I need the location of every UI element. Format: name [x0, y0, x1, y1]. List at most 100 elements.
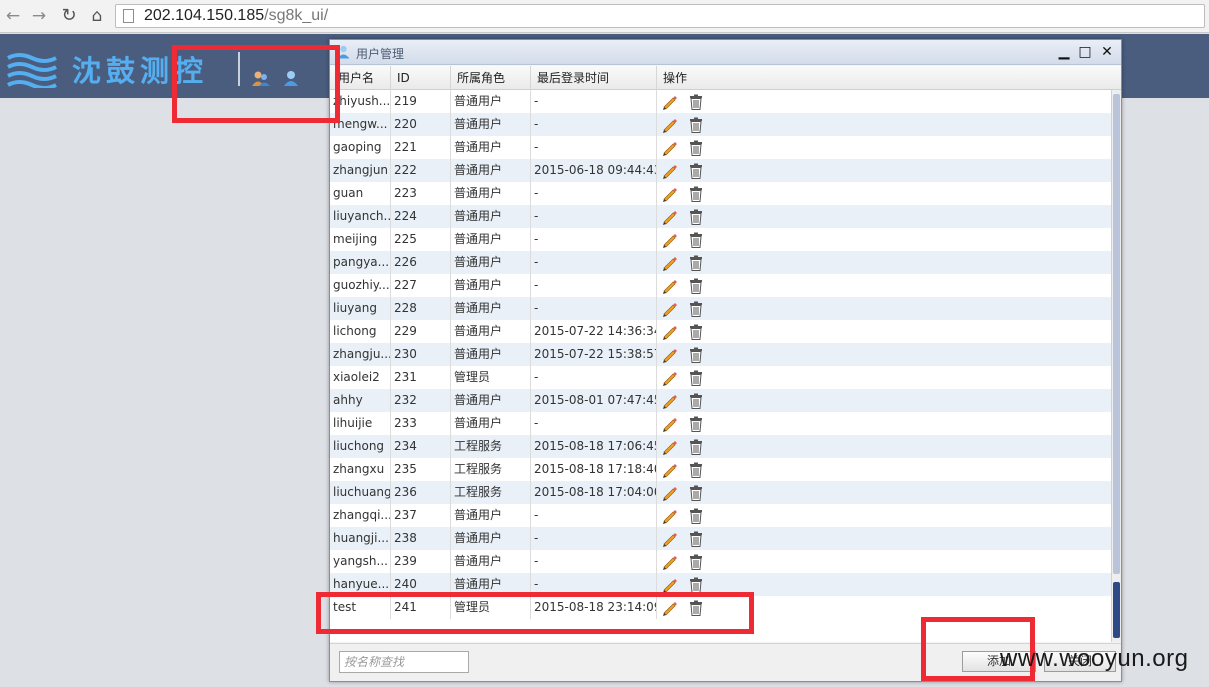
pencil-icon[interactable]	[661, 553, 678, 570]
pencil-icon[interactable]	[661, 323, 678, 340]
pencil-icon[interactable]	[661, 93, 678, 110]
trash-icon[interactable]	[689, 416, 703, 432]
pencil-icon[interactable]	[661, 139, 678, 156]
cell-last-login: -	[531, 205, 657, 228]
table-row[interactable]: liuyanch... 224 普通用户 -	[330, 205, 1111, 228]
user-icon[interactable]	[282, 69, 300, 87]
table-row[interactable]: huangji... 238 普通用户 -	[330, 527, 1111, 550]
table-row[interactable]: zhiyush... 219 普通用户 -	[330, 90, 1111, 113]
trash-icon[interactable]	[689, 439, 703, 455]
column-header-username[interactable]: 用户名	[330, 66, 391, 90]
cell-role: 普通用户	[451, 251, 531, 274]
trash-icon[interactable]	[689, 94, 703, 110]
pencil-icon[interactable]	[661, 346, 678, 363]
cell-last-login: -	[531, 412, 657, 435]
trash-icon[interactable]	[689, 163, 703, 179]
trash-icon[interactable]	[689, 255, 703, 271]
pencil-icon[interactable]	[661, 461, 678, 478]
scrollbar-thumb[interactable]	[1113, 582, 1120, 638]
cell-id: 227	[391, 274, 451, 297]
trash-icon[interactable]	[689, 140, 703, 156]
table-row[interactable]: zhangqi... 237 普通用户 -	[330, 504, 1111, 527]
cell-actions	[657, 366, 1111, 389]
home-icon[interactable]: ⌂	[86, 6, 108, 26]
table-row[interactable]: yangsh... 239 普通用户 -	[330, 550, 1111, 573]
cell-role: 普通用户	[451, 412, 531, 435]
search-by-name-input[interactable]	[339, 651, 469, 673]
pencil-icon[interactable]	[661, 392, 678, 409]
pencil-icon[interactable]	[661, 162, 678, 179]
table-row[interactable]: hanyue... 240 普通用户 -	[330, 573, 1111, 596]
pencil-icon[interactable]	[661, 576, 678, 593]
dialog-titlebar[interactable]: 用户管理 ▁ □ ✕	[330, 40, 1121, 65]
trash-icon[interactable]	[689, 485, 703, 501]
table-row[interactable]: guozhiy... 227 普通用户 -	[330, 274, 1111, 297]
user-group-icon[interactable]	[252, 69, 270, 87]
table-row[interactable]: zhangxu 235 工程服务 2015-08-18 17:18:40	[330, 458, 1111, 481]
pencil-icon[interactable]	[661, 185, 678, 202]
cell-last-login: -	[531, 228, 657, 251]
trash-icon[interactable]	[689, 301, 703, 317]
trash-icon[interactable]	[689, 278, 703, 294]
cell-id: 222	[391, 159, 451, 182]
trash-icon[interactable]	[689, 508, 703, 524]
pencil-icon[interactable]	[661, 438, 678, 455]
back-arrow-icon[interactable]: ←	[2, 6, 24, 26]
reload-icon[interactable]: ↻	[58, 6, 80, 26]
trash-icon[interactable]	[689, 577, 703, 593]
trash-icon[interactable]	[689, 186, 703, 202]
trash-icon[interactable]	[689, 209, 703, 225]
trash-icon[interactable]	[689, 370, 703, 386]
pencil-icon[interactable]	[661, 530, 678, 547]
pencil-icon[interactable]	[661, 599, 678, 616]
user-icon	[337, 45, 350, 59]
cell-actions	[657, 113, 1111, 136]
pencil-icon[interactable]	[661, 231, 678, 248]
pencil-icon[interactable]	[661, 415, 678, 432]
table-row[interactable]: liuyang 228 普通用户 -	[330, 297, 1111, 320]
table-row[interactable]: zhangjun 222 普通用户 2015-06-18 09:44:43	[330, 159, 1111, 182]
table-row[interactable]: test 241 管理员 2015-08-18 23:14:09	[330, 596, 1111, 619]
table-row[interactable]: liuchuang 236 工程服务 2015-08-18 17:04:00	[330, 481, 1111, 504]
table-row[interactable]: meijing 225 普通用户 -	[330, 228, 1111, 251]
table-row[interactable]: gaoping 221 普通用户 -	[330, 136, 1111, 159]
maximize-icon[interactable]: □	[1077, 43, 1093, 61]
pencil-icon[interactable]	[661, 484, 678, 501]
address-bar[interactable]: 202.104.150.185/sg8k_ui/	[115, 4, 1205, 28]
cell-username: ahhy	[330, 389, 391, 412]
column-header-role[interactable]: 所属角色	[451, 66, 531, 90]
vertical-scrollbar[interactable]	[1111, 90, 1121, 642]
pencil-icon[interactable]	[661, 300, 678, 317]
table-row[interactable]: mengw... 220 普通用户 -	[330, 113, 1111, 136]
trash-icon[interactable]	[689, 232, 703, 248]
trash-icon[interactable]	[689, 393, 703, 409]
table-row[interactable]: ahhy 232 普通用户 2015-08-01 07:47:45	[330, 389, 1111, 412]
trash-icon[interactable]	[689, 554, 703, 570]
pencil-icon[interactable]	[661, 208, 678, 225]
trash-icon[interactable]	[689, 462, 703, 478]
table-row[interactable]: lichong 229 普通用户 2015-07-22 14:36:34	[330, 320, 1111, 343]
trash-icon[interactable]	[689, 600, 703, 616]
table-row[interactable]: liuchong 234 工程服务 2015-08-18 17:06:45	[330, 435, 1111, 458]
table-row[interactable]: pangya... 226 普通用户 -	[330, 251, 1111, 274]
column-header-last-login[interactable]: 最后登录时间	[531, 66, 657, 90]
table-header: 用户名 ID 所属角色 最后登录时间 操作	[330, 66, 1121, 90]
cell-username: mengw...	[330, 113, 391, 136]
pencil-icon[interactable]	[661, 507, 678, 524]
trash-icon[interactable]	[689, 117, 703, 133]
pencil-icon[interactable]	[661, 277, 678, 294]
table-row[interactable]: guan 223 普通用户 -	[330, 182, 1111, 205]
table-row[interactable]: lihuijie 233 普通用户 -	[330, 412, 1111, 435]
pencil-icon[interactable]	[661, 369, 678, 386]
close-icon[interactable]: ✕	[1099, 43, 1115, 61]
trash-icon[interactable]	[689, 324, 703, 340]
forward-arrow-icon[interactable]: →	[28, 6, 50, 26]
minimize-icon[interactable]: ▁	[1056, 43, 1072, 61]
trash-icon[interactable]	[689, 531, 703, 547]
pencil-icon[interactable]	[661, 116, 678, 133]
table-row[interactable]: xiaolei2 231 管理员 -	[330, 366, 1111, 389]
table-row[interactable]: zhangju... 230 普通用户 2015-07-22 15:38:57	[330, 343, 1111, 366]
trash-icon[interactable]	[689, 347, 703, 363]
column-header-id[interactable]: ID	[391, 66, 451, 90]
pencil-icon[interactable]	[661, 254, 678, 271]
